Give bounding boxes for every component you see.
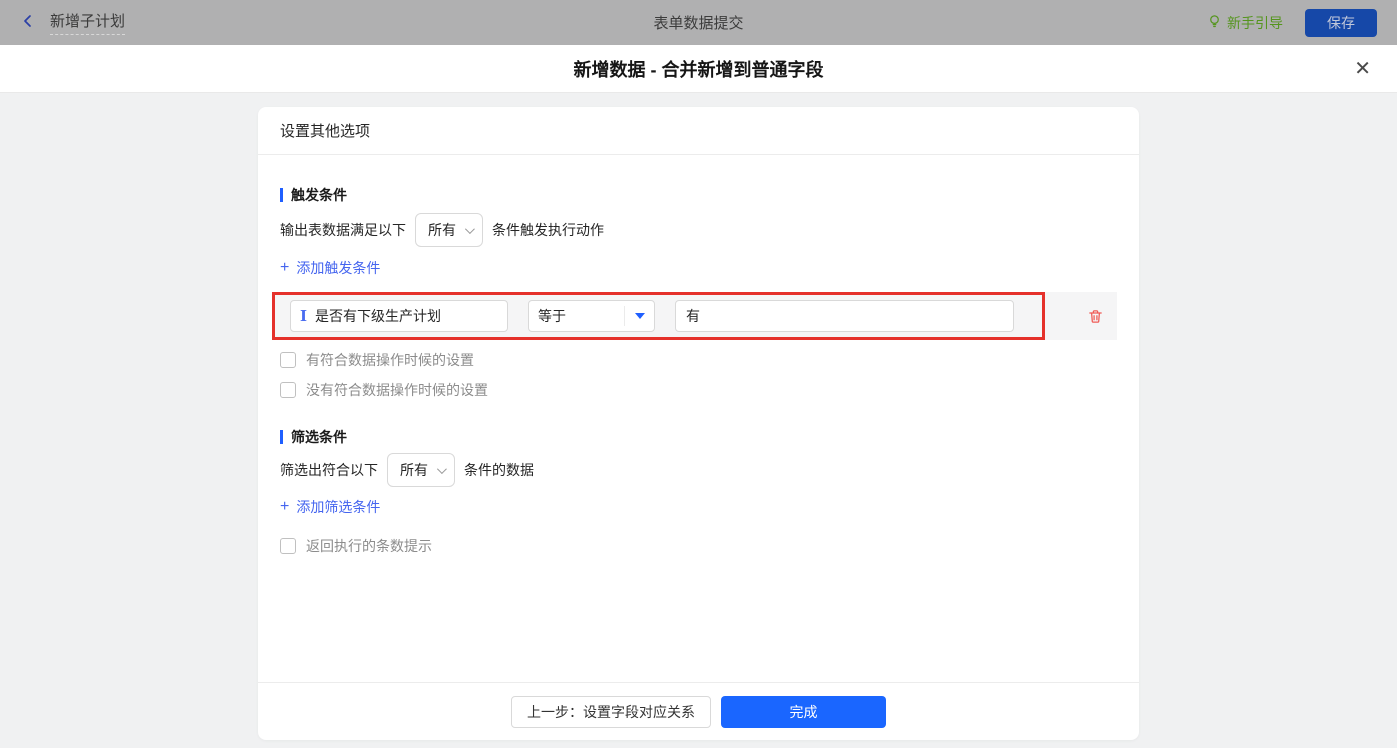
highlight-red-border: I 是否有下级生产计划 等于 有	[272, 292, 1045, 340]
modal-header: 新增数据 - 合并新增到普通字段 ✕	[0, 45, 1397, 93]
checkbox-row-no-match: 没有符合数据操作时候的设置	[280, 379, 1117, 400]
chevron-down-icon	[437, 464, 447, 474]
trigger-condition-row: I 是否有下级生产计划 等于 有	[272, 292, 1117, 340]
condition-operator-select[interactable]: 等于	[528, 300, 655, 332]
checkbox-row-has-match: 有符合数据操作时候的设置	[280, 349, 1117, 370]
add-filter-condition-link[interactable]: + 添加筛选条件	[280, 497, 380, 517]
page-title: 表单数据提交	[0, 12, 1397, 33]
top-navbar: 新增子计划 表单数据提交 新手引导 保存	[0, 0, 1397, 45]
section-marker	[280, 430, 283, 444]
caret-down-icon	[635, 313, 645, 319]
condition-field-input[interactable]: I 是否有下级生产计划	[290, 300, 508, 332]
trigger-section-title: 触发条件	[280, 185, 1117, 205]
back-button[interactable]	[20, 13, 36, 32]
options-card: 设置其他选项 触发条件 输出表数据满足以下 所有 条件触发执行动作 + 添加触发…	[258, 107, 1139, 740]
lightbulb-icon	[1207, 14, 1222, 32]
checkbox-row-return-count: 返回执行的条数提示	[280, 535, 1117, 556]
card-footer: 上一步：设置字段对应关系 完成	[258, 682, 1139, 740]
previous-step-button[interactable]: 上一步：设置字段对应关系	[511, 696, 711, 728]
delete-condition-button[interactable]	[1087, 308, 1104, 328]
filter-section-title: 筛选条件	[280, 427, 1117, 447]
plus-icon: +	[280, 260, 289, 276]
plus-icon: +	[280, 499, 289, 515]
checkbox-has-match[interactable]	[280, 352, 296, 368]
condition-value-input[interactable]: 有	[675, 300, 1014, 332]
filter-match-suffix: 条件的数据	[464, 460, 534, 480]
filter-match-select[interactable]: 所有	[387, 453, 455, 487]
text-field-type-icon: I	[300, 309, 307, 323]
plan-title[interactable]: 新增子计划	[50, 10, 125, 35]
back-chevron-icon	[20, 13, 36, 32]
modal-body: 设置其他选项 触发条件 输出表数据满足以下 所有 条件触发执行动作 + 添加触发…	[0, 107, 1397, 748]
save-button[interactable]: 保存	[1305, 9, 1377, 37]
checkbox-return-count[interactable]	[280, 538, 296, 554]
operator-caret-zone[interactable]	[624, 306, 654, 326]
modal-title: 新增数据 - 合并新增到普通字段	[574, 56, 824, 82]
card-header-title: 设置其他选项	[258, 107, 1139, 155]
trigger-match-suffix: 条件触发执行动作	[492, 220, 604, 240]
done-button[interactable]: 完成	[721, 696, 886, 728]
beginner-guide-link[interactable]: 新手引导	[1207, 13, 1283, 33]
trigger-match-select[interactable]: 所有	[415, 213, 483, 247]
filter-match-prefix: 筛选出符合以下	[280, 460, 378, 480]
section-marker	[280, 188, 283, 202]
add-trigger-condition-link[interactable]: + 添加触发条件	[280, 258, 380, 278]
trash-icon	[1087, 308, 1104, 325]
chevron-down-icon	[465, 224, 475, 234]
close-icon[interactable]: ✕	[1354, 59, 1371, 79]
trigger-match-prefix: 输出表数据满足以下	[280, 220, 406, 240]
beginner-guide-label: 新手引导	[1227, 13, 1283, 33]
checkbox-no-match[interactable]	[280, 382, 296, 398]
